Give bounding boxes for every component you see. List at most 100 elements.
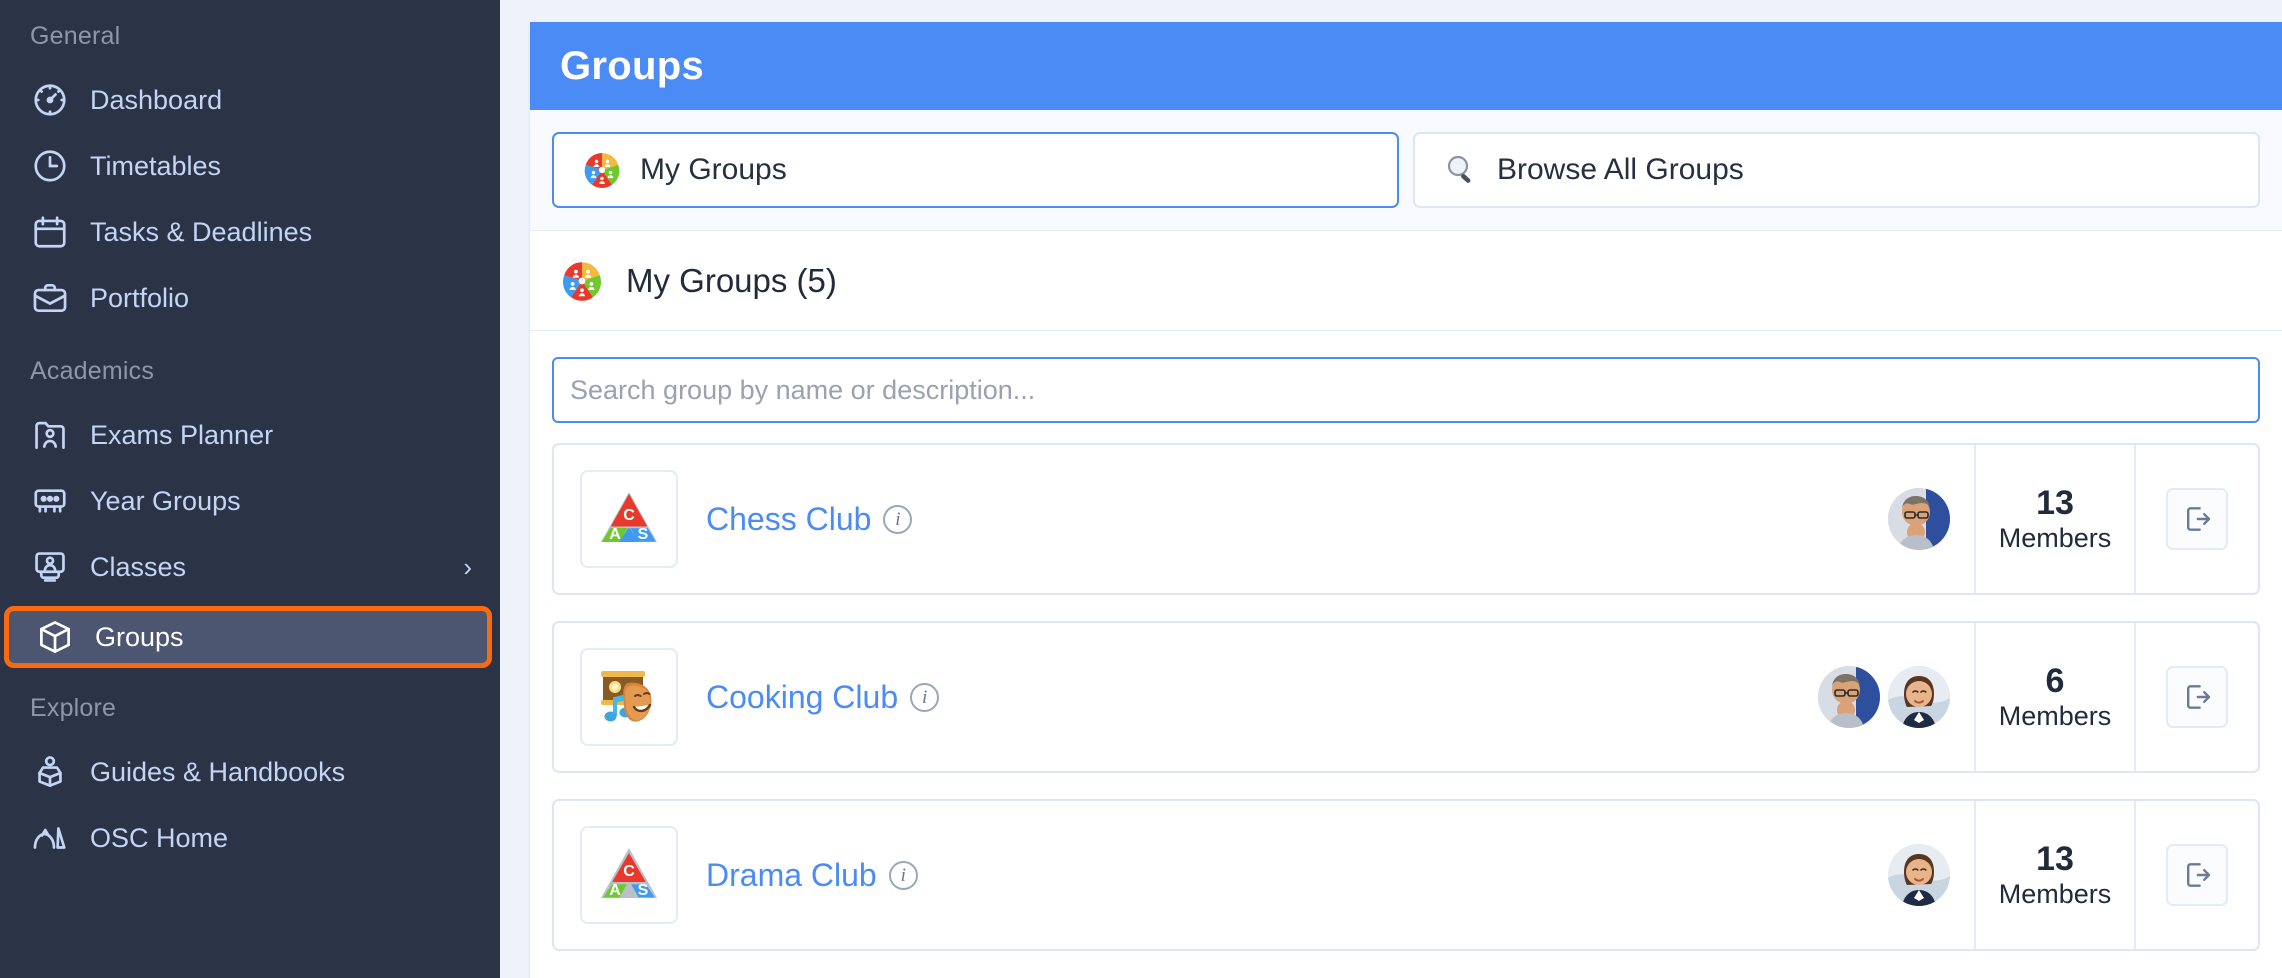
year-groups-icon: [28, 479, 72, 523]
groups-card: Groups My Groups Browse All Groups My Gr…: [530, 22, 2282, 978]
info-icon[interactable]: i: [888, 860, 918, 890]
classes-icon: [28, 545, 72, 589]
exam-folder-icon: [28, 413, 72, 457]
member-count: 6 Members: [1974, 623, 2134, 771]
table-row[interactable]: C A S Chess Club i 13 Members: [552, 443, 2260, 595]
member-count-number: 13: [2036, 483, 2074, 522]
sidebar-item-classes[interactable]: Classes ›: [0, 534, 500, 600]
app-root: General Dashboard Timetables Tasks & Dea…: [0, 0, 2282, 978]
member-avatars: [1824, 445, 1974, 593]
member-count: 13 Members: [1974, 801, 2134, 949]
avatar[interactable]: [1818, 666, 1880, 728]
group-wheel-icon: [560, 259, 604, 303]
leave-group-icon: [2187, 507, 2211, 531]
sidebar-item-dashboard[interactable]: Dashboard: [0, 67, 500, 133]
section-title: My Groups (5): [626, 261, 837, 299]
svg-text:A: A: [609, 882, 621, 899]
member-count-label: Members: [1998, 879, 2112, 910]
svg-text:S: S: [638, 526, 649, 543]
sidebar-section-label-academics: Academics: [30, 357, 155, 385]
sidebar-item-tasks-deadlines[interactable]: Tasks & Deadlines: [0, 199, 500, 265]
svg-text:S: S: [638, 882, 649, 899]
sidebar-item-label: Tasks & Deadlines: [90, 216, 313, 247]
sidebar-item-label: Guides & Handbooks: [90, 756, 346, 787]
sidebar-item-label: OSC Home: [90, 822, 229, 853]
table-row[interactable]: C A S Drama Club i 13 Members: [552, 799, 2260, 951]
group-identity: C A S Chess Club i: [554, 445, 1824, 593]
clock-icon: [28, 144, 72, 188]
tab-label: Browse All Groups: [1497, 153, 1744, 186]
svg-text:A: A: [609, 526, 621, 543]
member-avatars: [1818, 623, 1974, 771]
groups-list: C A S Chess Club i 13 Members Cooking Cl…: [530, 443, 2282, 978]
member-count-label: Members: [1998, 523, 2112, 554]
section-header: My Groups (5): [530, 231, 2282, 331]
cas-triangle-icon: C A S: [580, 470, 678, 568]
group-actions: [2134, 801, 2258, 949]
member-count-number: 13: [2036, 839, 2074, 878]
sidebar-section-academics: Academics Exams Planner Year Groups Clas…: [0, 357, 500, 668]
gauge-icon: [28, 78, 72, 122]
sidebar-item-label: Year Groups: [90, 485, 241, 516]
sidebar-item-portfolio[interactable]: Portfolio: [0, 265, 500, 331]
sidebar-section-explore: Explore Guides & Handbooks OSC Home: [0, 694, 500, 871]
leave-group-icon: [2187, 863, 2211, 887]
group-actions: [2134, 623, 2258, 771]
reader-icon: [28, 750, 72, 794]
sidebar-section-label-general: General: [30, 22, 121, 50]
sidebar-item-guides-handbooks[interactable]: Guides & Handbooks: [0, 739, 500, 805]
tab-bar: My Groups Browse All Groups: [530, 110, 2282, 231]
osc-home-icon: [28, 816, 72, 860]
sidebar-section-label-explore: Explore: [30, 694, 117, 722]
sidebar-item-label: Portfolio: [90, 282, 190, 313]
member-count-label: Members: [1998, 701, 2112, 732]
sidebar-section-general: General Dashboard Timetables Tasks & Dea…: [0, 22, 500, 331]
info-icon[interactable]: i: [883, 504, 913, 534]
sidebar-item-groups[interactable]: Groups: [4, 606, 492, 668]
group-identity: C A S Drama Club i: [554, 801, 1824, 949]
leave-group-button[interactable]: [2166, 844, 2228, 906]
leave-group-icon: [2187, 685, 2211, 709]
sidebar: General Dashboard Timetables Tasks & Dea…: [0, 0, 500, 978]
cube-icon: [33, 615, 77, 659]
info-icon[interactable]: i: [910, 682, 940, 712]
group-name-link[interactable]: Chess Club i: [706, 500, 913, 538]
member-count: 13 Members: [1974, 445, 2134, 593]
sidebar-item-year-groups[interactable]: Year Groups: [0, 468, 500, 534]
tab-browse-all-groups[interactable]: Browse All Groups: [1413, 132, 2260, 208]
group-wheel-icon: [582, 150, 622, 190]
leave-group-button[interactable]: [2166, 488, 2228, 550]
svg-text:C: C: [623, 863, 635, 880]
table-row[interactable]: Cooking Club i 6 Members: [552, 621, 2260, 773]
cas-triangle-icon: C A S: [580, 826, 678, 924]
sidebar-item-osc-home[interactable]: OSC Home: [0, 805, 500, 871]
search-input[interactable]: [552, 357, 2260, 423]
avatar[interactable]: [1888, 844, 1950, 906]
main-content: Groups My Groups Browse All Groups My Gr…: [500, 0, 2282, 978]
avatar[interactable]: [1888, 666, 1950, 728]
tab-label: My Groups: [640, 153, 787, 186]
sidebar-item-label: Timetables: [90, 150, 222, 181]
group-name-text: Chess Club: [706, 500, 872, 537]
sidebar-item-label: Dashboard: [90, 84, 223, 115]
group-name-link[interactable]: Drama Club i: [706, 857, 918, 894]
calendar-icon: [28, 210, 72, 254]
page-header: Groups: [530, 22, 2282, 110]
sidebar-item-exams-planner[interactable]: Exams Planner: [0, 402, 500, 468]
member-avatars: [1824, 801, 1974, 949]
group-name-text: Drama Club: [706, 856, 877, 893]
page-title: Groups: [560, 43, 705, 88]
group-actions: [2134, 445, 2258, 593]
group-identity: Cooking Club i: [554, 623, 1818, 771]
sidebar-item-label: Groups: [95, 621, 184, 652]
performing-arts-icon: [580, 648, 678, 746]
group-name-link[interactable]: Cooking Club i: [706, 679, 940, 716]
tab-my-groups[interactable]: My Groups: [552, 132, 1399, 208]
search-icon: [1443, 152, 1479, 188]
sidebar-item-timetables[interactable]: Timetables: [0, 133, 500, 199]
chevron-right-icon: ›: [463, 552, 472, 582]
svg-text:C: C: [623, 507, 635, 524]
avatar[interactable]: [1888, 488, 1950, 550]
leave-group-button[interactable]: [2166, 666, 2228, 728]
sidebar-item-label: Exams Planner: [90, 419, 274, 450]
